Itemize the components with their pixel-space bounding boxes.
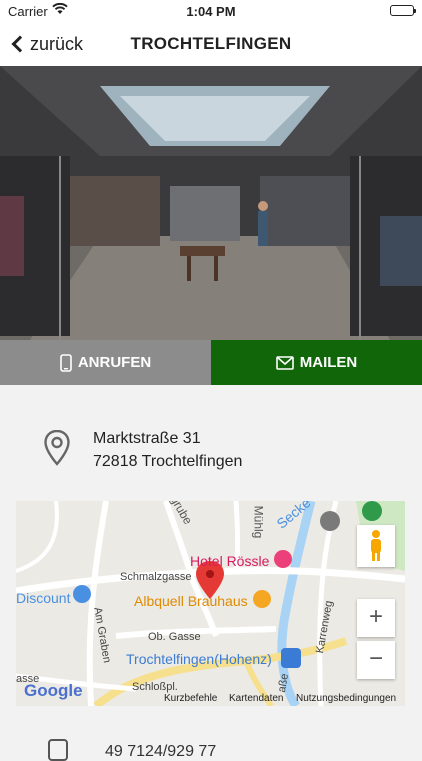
envelope-icon [275,355,294,370]
map-label-hotel[interactable]: Hotel Rössle [190,553,269,569]
map-shortcuts-link[interactable]: Kurzbefehle [164,693,217,704]
phone-icon [48,739,68,761]
map-label-muehlg: Mühlg [251,505,266,539]
mail-button[interactable]: MAILEN [211,340,422,385]
map-label-schlosspl: Schloßpl. [132,681,178,693]
page-title: TROCHTELFINGEN [130,34,292,53]
mail-label: MAILEN [299,354,358,371]
phone-number[interactable]: 49 7124/929 77 [105,743,216,761]
action-bar: ANRUFEN MAILEN [0,340,422,385]
status-bar: Carrier 1:04 PM [0,0,422,22]
phone-row[interactable]: 49 7124/929 77 [0,735,422,761]
map-label-discount[interactable]: Discount [16,590,70,606]
call-label: ANRUFEN [77,354,152,371]
address-city[interactable]: 72818 Trochtelfingen [93,453,242,471]
address-block: Marktstraße 31 72818 Trochtelfingen [0,420,422,480]
zoom-out-button[interactable]: − [357,641,395,679]
map-label-schmalzgasse: Schmalzgasse [120,571,192,583]
map-label-station[interactable]: Trochtelfingen(Hohenz) [126,651,272,667]
map-data-link[interactable]: Kartendaten [229,693,284,704]
zoom-in-button[interactable]: + [357,599,395,637]
store-photo [0,66,422,340]
pegman-icon[interactable] [357,525,395,567]
address-street[interactable]: Marktstraße 31 [93,430,201,448]
navigation-bar: zurück TROCHTELFINGEN [0,22,422,66]
map-label-brauhaus[interactable]: Albquell Brauhaus [134,593,248,609]
clock: 1:04 PM [186,4,236,19]
map-terms-link[interactable]: Nutzungsbedingungen [296,693,396,704]
map-view[interactable]: grube Mühlg Secke Hotel Rössle Schmalzga… [16,501,405,706]
location-pin-icon [44,429,70,471]
map-label-ob-gasse: Ob. Gasse [148,631,201,643]
battery-icon [390,5,416,16]
call-button[interactable]: ANRUFEN [0,340,211,385]
google-logo: Google [24,681,83,700]
phone-icon [60,353,72,372]
